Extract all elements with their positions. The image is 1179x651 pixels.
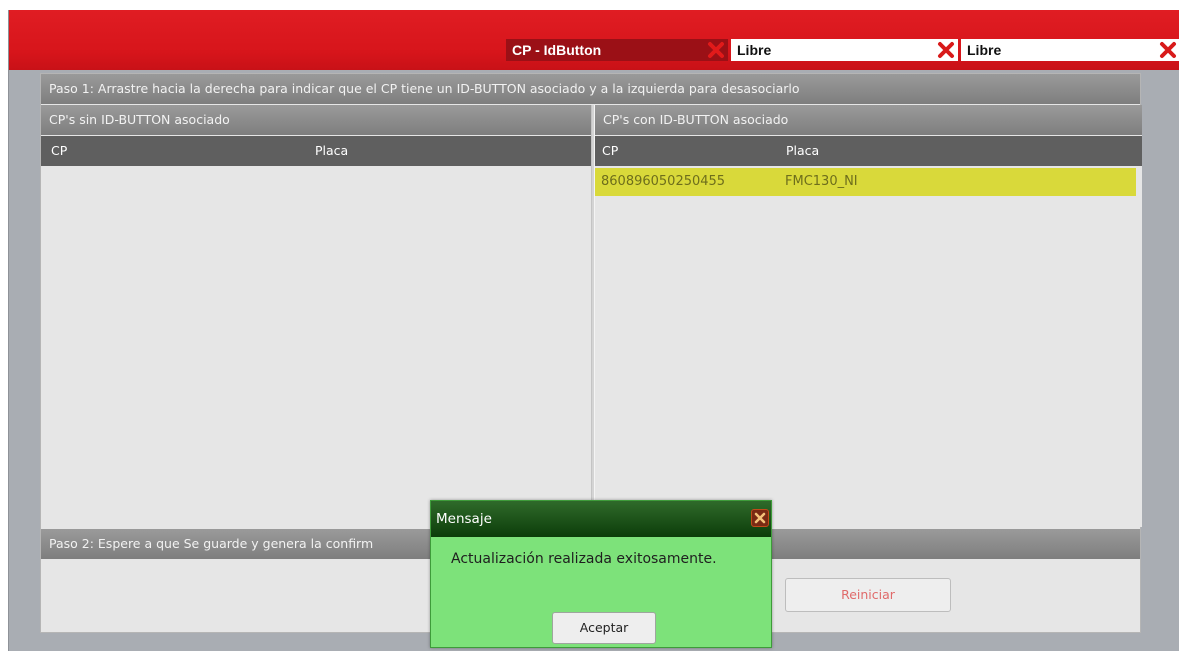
tab-label: Libre [737,42,772,58]
top-bar: CP - IdButton Libre Libre [9,10,1179,70]
left-list-panel[interactable]: CP's sin ID-BUTTON asociado CP Placa [41,105,591,527]
tab-label: CP - IdButton [512,42,602,58]
tab-cp-idbutton[interactable]: CP - IdButton [506,39,728,61]
column-header-placa[interactable]: Placa [786,136,819,166]
right-list-panel[interactable]: CP's con ID-BUTTON asociado CP Placa 860… [595,105,1142,527]
cell-placa: FMC130_NI [785,174,858,189]
tab-libre-1[interactable]: Libre [731,39,958,61]
close-icon[interactable] [1158,40,1178,60]
tab-libre-2[interactable]: Libre [961,39,1179,61]
close-icon[interactable] [936,40,956,60]
close-icon[interactable] [706,40,726,60]
dialog-title: Mensaje [431,501,771,537]
column-header-cp[interactable]: CP [602,136,618,166]
message-dialog: Mensaje Actualización realizada exitosam… [430,500,772,648]
ok-button[interactable]: Aceptar [552,612,656,644]
right-grid-header: CP Placa [595,136,1142,166]
table-row[interactable]: 860896050250455 FMC130_NI [595,168,1136,196]
left-panel-title: CP's sin ID-BUTTON asociado [41,105,591,135]
close-icon[interactable] [751,509,769,527]
tab-label: Libre [967,42,1002,58]
cell-cp: 860896050250455 [601,174,726,189]
dialog-message: Actualización realizada exitosamente. [451,551,717,567]
column-header-placa[interactable]: Placa [315,136,348,166]
reset-button[interactable]: Reiniciar [785,578,951,612]
dialog-title-text: Mensaje [436,511,492,527]
left-grid-header: CP Placa [41,136,591,166]
column-header-cp[interactable]: CP [51,136,67,166]
right-panel-title: CP's con ID-BUTTON asociado [595,105,1142,135]
step1-header: Paso 1: Arrastre hacia la derecha para i… [41,74,1140,104]
